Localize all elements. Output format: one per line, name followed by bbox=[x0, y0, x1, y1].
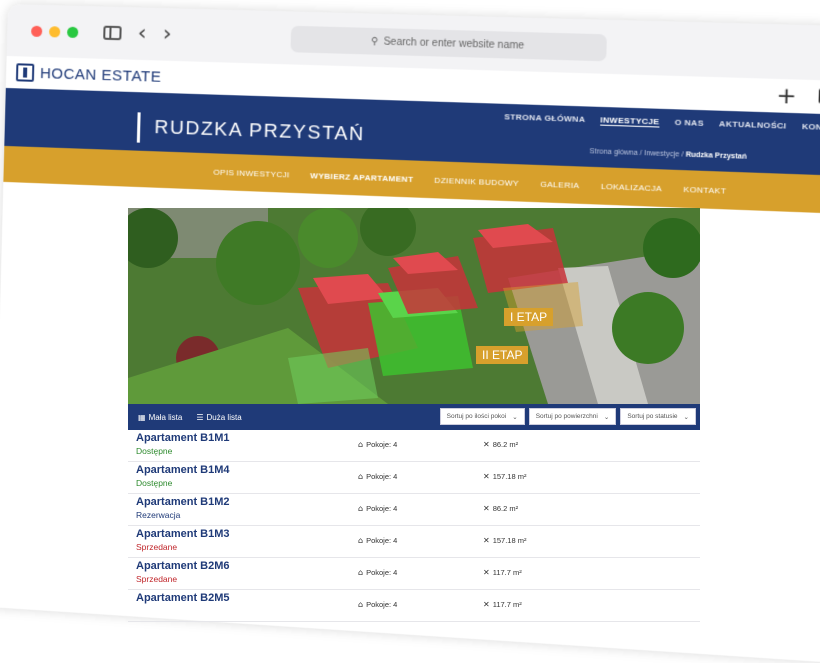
nav-item-news[interactable]: AKTUALNOŚCI bbox=[719, 119, 787, 132]
sort-by-status-label: Sortuj po statusie bbox=[627, 413, 677, 420]
bed-icon: ⌂ bbox=[358, 504, 363, 513]
forward-arrow-icon[interactable]: › bbox=[163, 23, 173, 45]
area-value: 157.18 m² bbox=[493, 472, 527, 481]
sort-by-status-select[interactable]: Sortuj po statusie ⌄ bbox=[620, 408, 696, 425]
address-bar-placeholder: Search or enter website name bbox=[383, 36, 524, 51]
sort-by-rooms-select[interactable]: Sortuj po ilości pokoi ⌄ bbox=[440, 408, 525, 425]
subnav-item-location[interactable]: LOKALIZACJA bbox=[601, 181, 662, 193]
list-toolbar: ▦ Mała lista ☰ Duża lista Sortuj po ilości… bbox=[128, 404, 700, 430]
expand-icon: ✕ bbox=[483, 440, 490, 449]
table-row[interactable]: Apartament B1M3 Sprzedane ⌂ Pokoje: 4 ✕ 15… bbox=[128, 526, 700, 558]
rooms-value: Pokoje: 4 bbox=[366, 440, 397, 449]
area-cell: ✕ 86.2 m² bbox=[483, 440, 518, 449]
status-badge: Dostępne bbox=[136, 478, 172, 488]
chevron-down-icon: ⌄ bbox=[604, 413, 609, 421]
sort-by-area-label: Sortuj po powierzchni bbox=[536, 413, 598, 420]
big-list-toggle[interactable]: ☰ Duża lista bbox=[196, 413, 241, 422]
breadcrumb-current: Rudzka Przystań bbox=[686, 151, 747, 160]
rooms-cell: ⌂ Pokoje: 4 bbox=[358, 472, 397, 481]
rooms-value: Pokoje: 4 bbox=[366, 504, 397, 513]
subnav-item-choose-apartment[interactable]: WYBIERZ APARTAMENT bbox=[310, 171, 413, 184]
rooms-value: Pokoje: 4 bbox=[366, 536, 397, 545]
big-list-label: Duża lista bbox=[207, 413, 242, 422]
estate-illustration bbox=[128, 208, 700, 404]
rooms-value: Pokoje: 4 bbox=[366, 568, 397, 577]
chevron-down-icon: ⌄ bbox=[512, 413, 517, 421]
area-value: 86.2 m² bbox=[493, 440, 518, 449]
nav-item-about[interactable]: O NAS bbox=[675, 118, 704, 129]
small-list-toggle[interactable]: ▦ Mała lista bbox=[138, 413, 182, 422]
address-bar[interactable]: ⚲ Search or enter website name bbox=[290, 26, 606, 62]
table-row[interactable]: Apartament B1M4 Dostępne ⌂ Pokoje: 4 ✕ 157… bbox=[128, 462, 700, 494]
new-tab-plus-icon[interactable]: + bbox=[776, 83, 797, 110]
zoom-window-button[interactable] bbox=[67, 26, 78, 37]
sort-by-rooms-label: Sortuj po ilości pokoi bbox=[447, 413, 507, 420]
main-navigation: STRONA GŁÓWNA INWESTYCJE O NAS AKTUALNOŚ… bbox=[504, 112, 820, 134]
area-cell: ✕ 157.18 m² bbox=[483, 472, 526, 481]
subnav-item-construction-diary[interactable]: DZIENNIK BUDOWY bbox=[434, 175, 519, 187]
apartment-name[interactable]: Apartament B1M1 bbox=[136, 432, 230, 444]
expand-icon: ✕ bbox=[483, 472, 490, 481]
rooms-value: Pokoje: 4 bbox=[366, 472, 397, 481]
logo-icon[interactable] bbox=[16, 63, 34, 82]
back-arrow-icon[interactable]: ‹ bbox=[137, 23, 146, 45]
stage-one-label[interactable]: I ETAP bbox=[504, 308, 553, 326]
expand-icon: ✕ bbox=[483, 504, 490, 513]
status-badge: Sprzedane bbox=[136, 542, 177, 552]
rooms-cell: ⌂ Pokoje: 4 bbox=[358, 568, 397, 577]
breadcrumb: Strona główna / Inwestycje / Rudzka Przy… bbox=[590, 148, 747, 161]
apartment-name[interactable]: Apartament B1M2 bbox=[136, 496, 230, 508]
expand-icon: ✕ bbox=[483, 536, 490, 545]
table-row[interactable]: Apartament B1M1 Dostępne ⌂ Pokoje: 4 ✕ 86.… bbox=[128, 430, 700, 462]
breadcrumb-path[interactable]: Strona główna / Inwestycje / bbox=[590, 148, 686, 159]
subnav-item-contact[interactable]: KONTAKT bbox=[683, 184, 726, 195]
apartment-name[interactable]: Apartament B2M6 bbox=[136, 560, 230, 572]
sort-by-area-select[interactable]: Sortuj po powierzchni ⌄ bbox=[529, 408, 617, 425]
page-title: RUDZKA PRZYSTAŃ bbox=[137, 112, 365, 150]
bed-icon: ⌂ bbox=[358, 536, 363, 545]
site-logo-text[interactable]: HOCAN ESTATE bbox=[40, 64, 162, 85]
apartment-name[interactable]: Apartament B1M4 bbox=[136, 464, 230, 476]
subnav-item-description[interactable]: OPIS INWESTYCJI bbox=[213, 167, 289, 179]
sidebar-toggle-icon[interactable] bbox=[103, 26, 122, 41]
rooms-cell: ⌂ Pokoje: 4 bbox=[358, 504, 397, 513]
area-cell: ✕ 157.18 m² bbox=[483, 536, 526, 545]
close-window-button[interactable] bbox=[31, 25, 42, 36]
status-badge: Rezerwacja bbox=[136, 510, 180, 520]
status-badge: Sprzedane bbox=[136, 574, 177, 584]
rooms-cell: ⌂ Pokoje: 4 bbox=[358, 536, 397, 545]
subnav-item-gallery[interactable]: GALERIA bbox=[540, 179, 580, 190]
area-value: 86.2 m² bbox=[493, 504, 518, 513]
nav-item-home[interactable]: STRONA GŁÓWNA bbox=[504, 112, 585, 125]
bed-icon: ⌂ bbox=[358, 472, 363, 481]
stage-two-label[interactable]: II ETAP bbox=[476, 346, 528, 364]
area-cell: ✕ 86.2 m² bbox=[483, 504, 518, 513]
expand-icon: ✕ bbox=[483, 568, 490, 577]
grid-icon: ▦ bbox=[138, 413, 146, 422]
search-icon: ⚲ bbox=[371, 36, 379, 47]
minimize-window-button[interactable] bbox=[49, 26, 60, 37]
table-row[interactable]: Apartament B1M2 Rezerwacja ⌂ Pokoje: 4 ✕ 8… bbox=[128, 494, 700, 526]
bed-icon: ⌂ bbox=[358, 440, 363, 449]
table-row[interactable]: Apartament B2M5 ⌂ Pokoje: 4 ✕ 117.7 m² bbox=[128, 590, 700, 622]
apartment-name[interactable]: Apartament B2M5 bbox=[136, 592, 230, 604]
apartment-name[interactable]: Apartament B1M3 bbox=[136, 528, 230, 540]
bed-icon: ⌂ bbox=[358, 568, 363, 577]
list-icon: ☰ bbox=[196, 413, 203, 422]
status-badge: Dostępne bbox=[136, 446, 172, 456]
table-row[interactable]: Apartament B2M6 Sprzedane ⌂ Pokoje: 4 ✕ 11… bbox=[128, 558, 700, 590]
rooms-cell: ⌂ Pokoje: 4 bbox=[358, 440, 397, 449]
area-cell: ✕ 117.7 m² bbox=[483, 568, 522, 577]
area-value: 117.7 m² bbox=[493, 568, 522, 577]
small-list-label: Mała lista bbox=[149, 413, 183, 422]
nav-item-investments[interactable]: INWESTYCJE bbox=[600, 115, 660, 127]
nav-item-contact[interactable]: KONTAKT bbox=[802, 122, 820, 134]
investment-rendering[interactable]: I ETAP II ETAP bbox=[128, 208, 700, 404]
area-value: 157.18 m² bbox=[493, 536, 527, 545]
chevron-down-icon: ⌄ bbox=[684, 413, 689, 421]
sort-controls: Sortuj po ilości pokoi ⌄ Sortuj po powier… bbox=[440, 408, 696, 425]
apartment-list: Apartament B1M1 Dostępne ⌂ Pokoje: 4 ✕ 86.… bbox=[128, 430, 700, 622]
